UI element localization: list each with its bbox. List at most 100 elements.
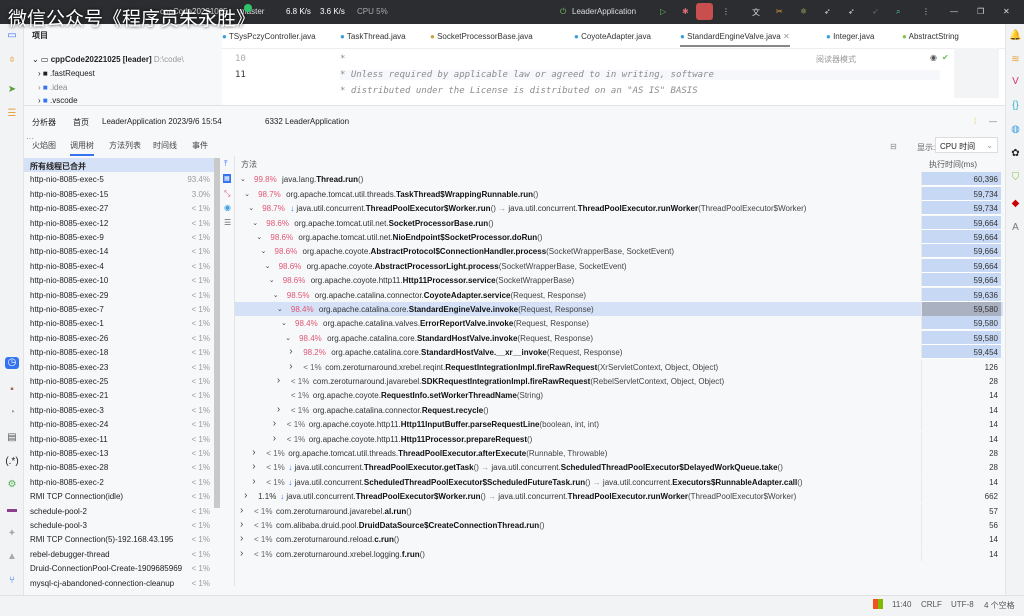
code-area[interactable]: 10 * 11 * Unless required by applicable la… <box>222 48 1005 105</box>
call-tree-row[interactable]: ⌄ 98.6% org.apache.coyote.AbstractProtocol… <box>235 244 1003 259</box>
plugin-icon[interactable]: ⚛ <box>800 7 807 16</box>
merge-icon[interactable]: ▦ <box>223 174 231 183</box>
chevron-down-icon[interactable]: ⌄ <box>244 190 250 198</box>
editor-tab[interactable]: ● Integer.java <box>826 32 874 41</box>
view-icon[interactable]: ◉ <box>224 203 231 212</box>
deploy-icon[interactable]: ➶ <box>824 7 831 16</box>
chevron-right-icon[interactable]: › <box>277 404 280 415</box>
font-icon[interactable]: A <box>1009 222 1022 233</box>
translate-icon[interactable]: 文 <box>752 7 760 18</box>
run-config-select[interactable]: LeaderApplication <box>572 7 636 16</box>
view-tab[interactable]: 事件 <box>192 140 208 151</box>
tab-close-icon[interactable]: ✕ <box>781 32 790 41</box>
database-icon[interactable]: ▪ <box>5 384 19 396</box>
regex-icon[interactable]: (.*) <box>5 456 19 468</box>
call-tree-row[interactable]: › < 1% com.zeroturnaround.xrebel.logging.f… <box>235 546 1003 561</box>
eye-icon[interactable]: ◉ <box>930 53 937 62</box>
thread-row[interactable]: http-nio-8085-exec-15 3.0% <box>24 187 214 201</box>
editor-tab[interactable]: ● AbstractString <box>902 32 959 41</box>
chevron-right-icon[interactable]: › <box>289 361 292 372</box>
thread-row[interactable]: http-nio-8085-exec-3 < 1% <box>24 403 214 417</box>
call-tree-row[interactable]: › < 1% org.apache.tomcat.util.threads.Thre… <box>235 446 1003 460</box>
editor-tab[interactable]: ● SocketProcessorBase.java <box>430 32 533 41</box>
restore-icon[interactable]: ❐ <box>977 7 984 16</box>
chevron-down-icon[interactable]: ⌄ <box>285 334 291 342</box>
notifications-icon[interactable]: 🔔 <box>1009 30 1022 41</box>
list-icon[interactable]: ☰ <box>224 218 231 227</box>
ai-icon[interactable]: ✿ <box>1009 148 1022 159</box>
chevron-right-icon[interactable]: › <box>244 490 247 501</box>
thread-row[interactable]: http-nio-8085-exec-23 < 1% <box>24 360 214 374</box>
reader-mode-label[interactable]: 阅读器模式 <box>816 54 856 65</box>
call-tree-row[interactable]: › < 1% com.zeroturnaround.reload.c.run() 14 <box>235 532 1003 547</box>
thread-row[interactable]: http-nio-8085-exec-9 < 1% <box>24 230 214 244</box>
pin-icon[interactable]: ⁞ <box>974 117 976 126</box>
chevron-down-icon[interactable]: ⌄ <box>273 291 279 299</box>
minimap[interactable] <box>954 48 999 98</box>
thread-row[interactable]: http-nio-8085-exec-29 < 1% <box>24 288 214 302</box>
thread-row[interactable]: rebel-debugger-thread < 1% <box>24 547 214 561</box>
call-tree-row[interactable]: ⌄ 99.8% java.lang.Thread.run() 60,396 <box>235 172 1003 187</box>
editor-tab[interactable]: ● StandardEngineValve.java ✕ <box>680 32 790 47</box>
chevron-right-icon[interactable]: › <box>240 533 243 544</box>
encoding[interactable]: UTF-8 <box>951 600 974 609</box>
chevron-right-icon[interactable]: › <box>252 447 255 458</box>
thread-row[interactable]: RMI TCP Connection(5)-192.168.43.195 < 1% <box>24 532 214 546</box>
tools-icon[interactable]: ✂ <box>776 7 783 16</box>
editor-tab[interactable]: ● TSysPczyController.java <box>222 32 316 41</box>
thread-row[interactable]: http-nio-8085-exec-25 < 1% <box>24 374 214 388</box>
thread-row[interactable]: http-nio-8085-exec-1 < 1% <box>24 316 214 330</box>
call-tree-row[interactable]: › < 1% com.zeroturnaround.javarebel.SDKReq… <box>235 374 1003 388</box>
chevron-down-icon[interactable]: ⌄ <box>261 247 267 255</box>
thread-row[interactable]: http-nio-8085-exec-13 < 1% <box>24 446 214 460</box>
call-tree-row[interactable]: › < 1% org.apache.coyote.http11.Http11Proc… <box>235 431 1003 446</box>
services-icon[interactable]: ⚙ <box>5 479 19 491</box>
chevron-right-icon[interactable]: › <box>240 519 243 530</box>
thread-row[interactable]: http-nio-8085-exec-11 < 1% <box>24 432 214 446</box>
v-icon[interactable]: V <box>1009 76 1022 87</box>
sort-icon[interactable]: ⤒ <box>224 159 228 169</box>
thread-row[interactable]: http-nio-8085-exec-2 < 1% <box>24 475 214 489</box>
thread-row[interactable]: http-nio-8085-exec-27 < 1% <box>24 201 214 215</box>
chevron-down-icon[interactable]: ⌄ <box>240 175 246 183</box>
project-icon[interactable]: ▭ <box>5 30 19 42</box>
search-icon[interactable]: ⌕ <box>896 7 900 17</box>
call-tree-row[interactable]: › < 1% com.alibaba.druid.pool.DruidDataSou… <box>235 518 1003 532</box>
project-title[interactable]: 项目 <box>32 30 48 41</box>
chevron-right-icon[interactable]: › <box>273 433 276 444</box>
thread-row[interactable]: http-nio-8085-exec-10 < 1% <box>24 273 214 287</box>
chevron-right-icon[interactable]: › <box>289 346 292 357</box>
thread-row[interactable]: http-nio-8085-exec-5 93.4% <box>24 172 214 186</box>
minimize-icon[interactable]: — <box>950 7 958 16</box>
call-tree-row[interactable]: › 98.2% org.apache.catalina.core.StandardH… <box>235 345 1003 360</box>
project-root[interactable]: ⌄ ▭ cppCode20221025 [leader] D:\code\ <box>32 55 184 64</box>
deploy2-icon[interactable]: ➶ <box>848 7 855 16</box>
chevron-right-icon[interactable]: › <box>277 375 280 386</box>
time-icon[interactable]: ◔ <box>5 407 19 419</box>
excel-icon[interactable]: ▤ <box>5 432 19 444</box>
thread-row[interactable]: http-nio-8085-exec-4 < 1% <box>24 259 214 273</box>
profiler-tab[interactable]: LeaderApplication 2023/9/6 15:54 <box>102 117 222 126</box>
call-tree-row[interactable]: ⌄ 98.6% org.apache.coyote.http11.Http11Pro… <box>235 273 1003 288</box>
line-separator[interactable]: CRLF <box>921 600 942 609</box>
call-tree-row[interactable]: ⌄ 98.6% org.apache.coyote.AbstractProcesso… <box>235 258 1003 273</box>
chevron-down-icon[interactable]: ⌄ <box>265 262 271 270</box>
hide-icon[interactable]: — <box>989 117 997 126</box>
view-tab[interactable]: 调用树 <box>70 140 94 156</box>
call-tree-row[interactable]: ⌄ 98.4% org.apache.catalina.valves.ErrorRe… <box>235 316 1003 331</box>
thread-row[interactable]: http-nio-8085-exec-28 < 1% <box>24 460 214 474</box>
json-icon[interactable]: {} <box>1009 100 1022 111</box>
profiler-icon[interactable]: ◷ <box>5 357 19 369</box>
chevron-down-icon[interactable]: ⌄ <box>252 219 258 227</box>
indent[interactable]: 4 个空格 <box>984 600 1015 611</box>
chevron-down-icon[interactable]: ⌄ <box>269 276 275 284</box>
chevron-down-icon[interactable]: ⌄ <box>277 305 283 313</box>
tree-item-idea[interactable]: › ■ .idea <box>38 83 67 92</box>
chevron-right-icon[interactable]: › <box>240 505 243 516</box>
call-tree-row[interactable]: ⌄ 98.7% ↓ java.util.concurrent.ThreadPoolE… <box>235 201 1003 216</box>
thread-row[interactable]: http-nio-8085-exec-18 < 1% <box>24 345 214 359</box>
editor-tab[interactable]: ● CoyoteAdapter.java <box>574 32 651 41</box>
editor-tab[interactable]: ● TaskThread.java <box>340 32 406 41</box>
close-icon[interactable]: ✕ <box>1003 7 1010 16</box>
call-tree-row[interactable]: ⌄ 98.6% org.apache.tomcat.util.net.NioEndp… <box>235 230 1003 244</box>
